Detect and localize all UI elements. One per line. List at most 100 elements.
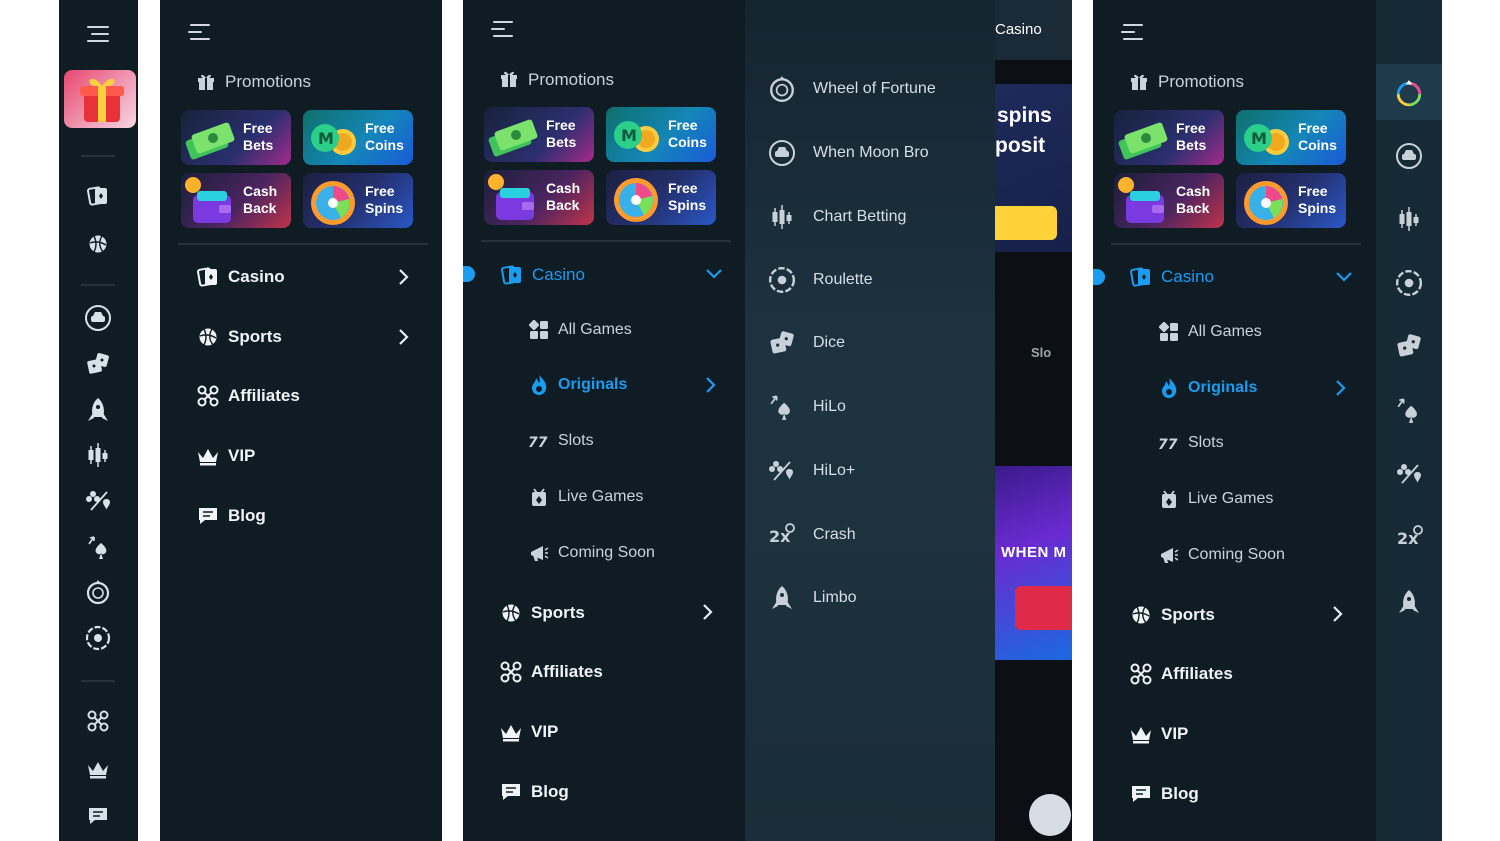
banner-cta-button[interactable]	[995, 206, 1057, 240]
roulette-icon[interactable]	[84, 624, 112, 652]
originals-flyout: Wheel of Fortune When Moon Bro Chart Bet…	[745, 0, 995, 841]
nav-vip[interactable]: VIP	[196, 444, 255, 468]
cash-back-card[interactable]: Cash Back	[181, 173, 291, 228]
live-cards-icon	[528, 486, 550, 508]
chat-icon[interactable]	[86, 804, 110, 828]
free-spins-card[interactable]: Free Spins	[1236, 173, 1346, 228]
sub-live-games[interactable]: Live Games	[1158, 488, 1273, 510]
rocket-icon[interactable]	[85, 396, 111, 424]
roulette-icon	[767, 265, 797, 295]
dice-icon[interactable]	[84, 350, 112, 378]
promotions-title: Promotions	[528, 70, 614, 89]
chevron-down-icon[interactable]	[1335, 269, 1353, 283]
original-roulette[interactable]: Roulette	[767, 265, 873, 295]
original-hilo[interactable]: HiLo	[767, 392, 846, 422]
grid-icon	[1158, 321, 1180, 343]
rocket-icon[interactable]	[1396, 588, 1422, 616]
sub-coming-soon[interactable]: Coming Soon	[528, 542, 655, 564]
background-tab-casino[interactable]: Casino	[995, 21, 1042, 38]
original-limbo[interactable]: Limbo	[767, 583, 857, 613]
suits-icon[interactable]	[1395, 460, 1425, 488]
network-icon[interactable]	[85, 708, 111, 734]
chevron-right-icon[interactable]	[1330, 605, 1344, 623]
nav-blog[interactable]: Blog	[1129, 782, 1199, 806]
free-bets-card[interactable]: Free Bets	[1114, 110, 1224, 165]
nav-vip[interactable]: VIP	[1129, 722, 1188, 746]
sub-slots[interactable]: 77 Slots	[1158, 432, 1224, 454]
nav-affiliates[interactable]: Affiliates	[196, 384, 300, 408]
wallet-icon	[1118, 177, 1164, 223]
nav-casino[interactable]: Casino	[196, 265, 285, 289]
wheel-icon[interactable]	[84, 578, 112, 606]
nav-sports[interactable]: Sports	[499, 601, 585, 625]
spade-arrow-icon[interactable]	[1395, 396, 1423, 424]
sub-slots[interactable]: 77 Slots	[528, 430, 594, 452]
nav-sports[interactable]: Sports	[196, 325, 282, 349]
cash-back-card[interactable]: Cash Back	[484, 170, 594, 225]
nav-blog[interactable]: Blog	[196, 504, 266, 528]
original-crash[interactable]: 2x Crash	[767, 520, 856, 550]
menu-toggle-icon[interactable]	[491, 19, 515, 39]
moon-car-icon[interactable]	[83, 303, 113, 333]
suits-icon[interactable]	[84, 487, 114, 515]
sub-coming-soon[interactable]: Coming Soon	[1158, 544, 1285, 566]
grid-icon	[528, 319, 550, 341]
menu-panel-with-rail: 2x Promotions Free Bets M Free Coins Cas…	[1093, 0, 1442, 841]
original-when-moon-bro[interactable]: When Moon Bro	[767, 138, 929, 168]
original-dice[interactable]: Dice	[767, 328, 845, 358]
wheel-icon	[767, 74, 797, 104]
svg-text:77: 77	[528, 435, 548, 450]
sub-originals[interactable]: Originals	[1158, 377, 1257, 399]
free-spins-card[interactable]: Free Spins	[303, 173, 413, 228]
svg-text:M: M	[621, 126, 637, 145]
sub-originals[interactable]: Originals	[528, 374, 627, 396]
menu-toggle-icon[interactable]	[188, 22, 212, 42]
original-wheel-of-fortune[interactable]: Wheel of Fortune	[767, 74, 936, 104]
sub-all-games[interactable]: All Games	[1158, 321, 1262, 343]
chevron-right-icon[interactable]	[1333, 379, 1347, 397]
active-indicator	[463, 266, 475, 282]
menu-toggle-icon[interactable]	[87, 24, 111, 44]
nav-casino-expanded[interactable]: Casino	[500, 263, 585, 287]
slots-777-icon: 77	[528, 430, 550, 452]
basketball-icon[interactable]	[86, 232, 110, 256]
sub-all-games[interactable]: All Games	[528, 319, 632, 341]
crash-2x-icon[interactable]: 2x	[1395, 523, 1425, 551]
original-chart-betting[interactable]: Chart Betting	[767, 202, 906, 232]
wheel-icon[interactable]	[1394, 78, 1424, 108]
cash-back-card[interactable]: Cash Back	[1114, 173, 1224, 228]
sub-live-games[interactable]: Live Games	[528, 486, 643, 508]
roulette-icon[interactable]	[1395, 269, 1423, 297]
background-game-card[interactable]: WHEN M	[995, 466, 1072, 660]
candle-chart-icon[interactable]	[1396, 205, 1422, 233]
chevron-right-icon[interactable]	[396, 268, 410, 286]
original-hilo-plus[interactable]: HiLo+	[767, 456, 855, 486]
free-spins-card[interactable]: Free Spins	[606, 170, 716, 225]
free-coins-card[interactable]: M Free Coins	[1236, 110, 1346, 165]
menu-toggle-icon[interactable]	[1121, 22, 1145, 42]
megaphone-icon	[1158, 544, 1180, 566]
gift-promotions-icon[interactable]	[64, 70, 136, 128]
moon-car-icon[interactable]	[1394, 141, 1424, 171]
nav-affiliates[interactable]: Affiliates	[499, 660, 603, 684]
free-bets-card[interactable]: Free Bets	[484, 107, 594, 162]
free-bets-card[interactable]: Free Bets	[181, 110, 291, 165]
candle-chart-icon[interactable]	[85, 441, 111, 469]
spade-arrow-icon[interactable]	[85, 533, 113, 561]
free-coins-card[interactable]: M Free Coins	[606, 107, 716, 162]
chevron-right-icon[interactable]	[396, 328, 410, 346]
nav-sports[interactable]: Sports	[1129, 603, 1215, 627]
chevron-right-icon[interactable]	[700, 603, 714, 621]
nav-vip[interactable]: VIP	[499, 720, 558, 744]
cards-icon[interactable]	[86, 184, 110, 208]
chevron-right-icon[interactable]	[703, 376, 717, 394]
dice-icon[interactable]	[1395, 332, 1423, 360]
nav-casino-expanded[interactable]: Casino	[1129, 265, 1214, 289]
nav-affiliates[interactable]: Affiliates	[1129, 662, 1233, 686]
cash-stack-icon	[1118, 122, 1168, 160]
nav-blog[interactable]: Blog	[499, 780, 569, 804]
chevron-down-icon[interactable]	[705, 266, 723, 280]
chat-bubble-button[interactable]	[1029, 794, 1071, 836]
crown-icon[interactable]	[85, 756, 111, 782]
free-coins-card[interactable]: M Free Coins	[303, 110, 413, 165]
